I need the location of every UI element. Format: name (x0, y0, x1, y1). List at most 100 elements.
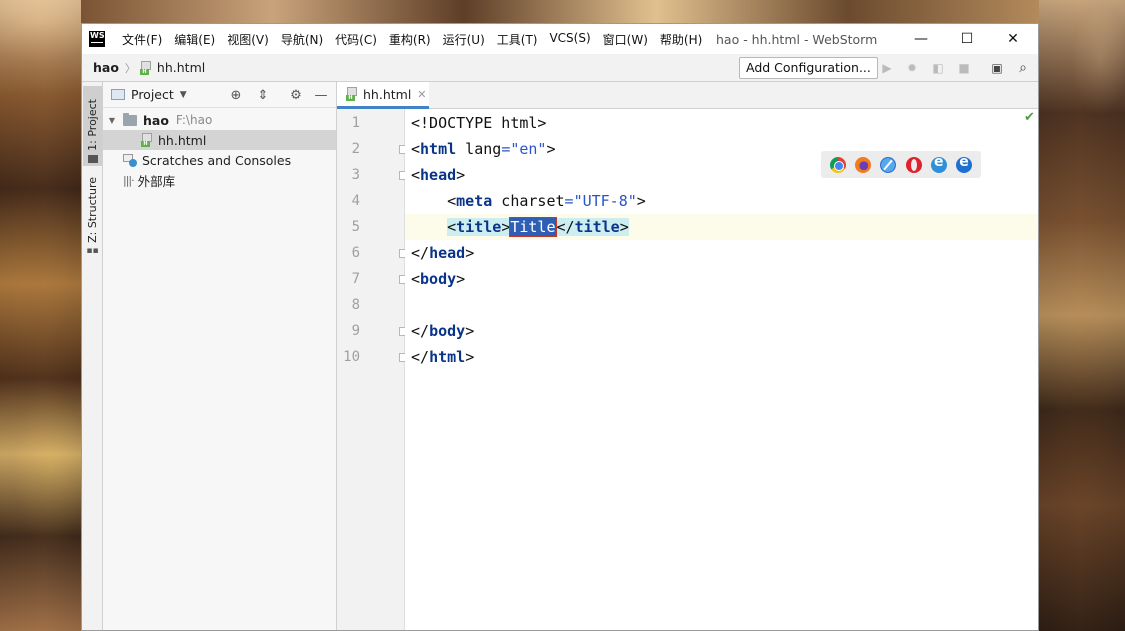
navigation-bar: hao 〉 H hh.html Add Configuration... ▶ ✹… (82, 54, 1038, 82)
line-number: 1 (351, 115, 360, 131)
firefox-icon[interactable] (854, 156, 871, 173)
menu-tools[interactable]: 工具(T) (491, 31, 544, 48)
line-number: 7 (351, 271, 360, 287)
menu-run[interactable]: 运行(U) (437, 31, 491, 48)
close-icon: ✕ (1007, 31, 1019, 47)
opera-icon[interactable] (905, 156, 922, 173)
webstorm-window: WS 文件(F) 编辑(E) 视图(V) 导航(N) 代码(C) 重构(R) 运… (81, 23, 1039, 631)
code-tag: body (429, 322, 466, 340)
chrome-icon[interactable] (829, 156, 846, 173)
code-string: "UTF-8" (573, 192, 637, 210)
code-tag: head (429, 244, 466, 262)
menu-window[interactable]: 窗口(W) (597, 31, 654, 48)
breadcrumb-file[interactable]: hh.html (157, 60, 205, 75)
minimize-button[interactable]: — (898, 24, 944, 54)
code-line-10[interactable]: </html> (405, 344, 1038, 370)
editor-tab-hh-html[interactable]: H hh.html ✕ (337, 82, 429, 109)
tree-item-path: F:\hao (175, 113, 213, 127)
code-tag: head (420, 166, 457, 184)
tree-item-hh-html[interactable]: H hh.html (103, 130, 336, 150)
code-line-6[interactable]: </head> (405, 240, 1038, 266)
tree-item-project-root[interactable]: ▼ hao F:\hao (103, 110, 336, 130)
code-attr: charset (492, 192, 565, 210)
tree-item-label: Scratches and Consoles (142, 152, 292, 168)
breadcrumb-project[interactable]: hao (93, 60, 119, 75)
tree-item-label: 外部库 (137, 173, 176, 189)
desktop-background-top (81, 0, 1039, 23)
line-number: 10 (343, 349, 360, 365)
menu-help[interactable]: 帮助(H) (654, 31, 708, 48)
code-token: > (465, 348, 475, 366)
maximize-button[interactable]: ☐ (944, 24, 990, 54)
matched-tag-highlight: </title> (556, 218, 629, 236)
menu-navigate[interactable]: 导航(N) (275, 31, 329, 48)
matched-tag-highlight: <title> (447, 218, 511, 236)
code-token: <!DOCTYPE html> (411, 114, 547, 132)
line-number: 5 (351, 219, 360, 235)
line-number: 2 (351, 141, 360, 157)
code-token: > (456, 270, 466, 288)
tool-tab-structure[interactable]: Z: Structure ▪▪ (83, 174, 102, 259)
code-line-5[interactable]: <title>Title</title> (405, 214, 1038, 240)
hide-panel-icon[interactable]: — (313, 87, 329, 103)
code-line-1[interactable]: <!DOCTYPE html> (405, 110, 1038, 136)
search-icon[interactable]: ⌕ (1015, 60, 1031, 76)
inspection-ok-icon[interactable]: ✔ (1024, 110, 1035, 125)
code-token: > (546, 140, 556, 158)
editor-tab-bar: H hh.html ✕ (337, 82, 1038, 109)
line-number: 4 (351, 193, 360, 209)
tree-item-label: hh.html (158, 132, 207, 148)
code-token: < (411, 140, 421, 158)
close-button[interactable]: ✕ (990, 24, 1036, 54)
coverage-icon[interactable]: ◧ (930, 60, 946, 76)
menu-code[interactable]: 代码(C) (329, 31, 383, 48)
tree-item-scratches[interactable]: Scratches and Consoles (103, 150, 336, 170)
code-token: </ (411, 244, 430, 262)
project-tree: ▼ hao F:\hao H hh.html Scratches and Con… (103, 108, 336, 190)
tool-window-strip: 1: Project Z: Structure ▪▪ (82, 82, 103, 630)
line-number: 9 (351, 323, 360, 339)
breadcrumb: hao 〉 H hh.html (82, 60, 205, 76)
desktop-background (0, 0, 81, 631)
code-token: > (465, 244, 475, 262)
tool-tab-project[interactable]: 1: Project (83, 86, 102, 166)
project-view-selector[interactable]: Project ▼ (111, 87, 187, 102)
structure-tool-icon: ▪▪ (86, 246, 99, 256)
add-configuration-button[interactable]: Add Configuration... (739, 57, 878, 79)
stop-icon[interactable]: ■ (956, 60, 972, 76)
code-editor[interactable]: <!DOCTYPE html> <html lang="en"> <head> … (405, 109, 1038, 630)
terminal-icon[interactable]: ▣ (989, 60, 1005, 76)
browser-preview-bar (821, 151, 981, 178)
close-tab-icon[interactable]: ✕ (417, 88, 426, 101)
locate-file-icon[interactable]: ⊕ (228, 87, 244, 103)
ie-icon[interactable] (930, 154, 947, 173)
menu-view[interactable]: 视图(V) (221, 31, 275, 48)
gear-icon[interactable]: ⚙ (288, 87, 304, 103)
menu-refactor[interactable]: 重构(R) (383, 31, 437, 48)
line-number: 3 (351, 167, 360, 183)
code-line-4[interactable]: <meta charset="UTF-8"> (405, 188, 1038, 214)
project-tool-icon (87, 155, 98, 163)
safari-icon[interactable] (880, 156, 897, 173)
code-line-8[interactable] (405, 292, 1038, 318)
desktop-background-right (1039, 0, 1125, 631)
webstorm-logo-icon: WS (89, 31, 105, 47)
expand-arrow-icon[interactable]: ▼ (107, 116, 117, 125)
html-file-icon: H (141, 133, 153, 147)
code-tag: body (420, 270, 457, 288)
code-token: < (411, 166, 421, 184)
menu-vcs[interactable]: VCS(S) (543, 31, 596, 48)
menu-edit[interactable]: 编辑(E) (168, 31, 221, 48)
code-line-9[interactable]: </body> (405, 318, 1038, 344)
tree-item-external-libraries[interactable]: |||· 外部库 (103, 170, 336, 190)
maximize-icon: ☐ (960, 31, 974, 47)
code-line-7[interactable]: <body> (405, 266, 1038, 292)
collapse-all-icon[interactable]: ⇕ (255, 87, 271, 103)
tool-tab-structure-label: Z: Structure (86, 177, 99, 243)
menu-file[interactable]: 文件(F) (116, 31, 168, 48)
html-file-icon: H (139, 60, 152, 75)
debug-icon[interactable]: ✹ (904, 60, 920, 76)
edge-icon[interactable] (956, 154, 973, 173)
run-icon[interactable]: ▶ (879, 60, 895, 76)
